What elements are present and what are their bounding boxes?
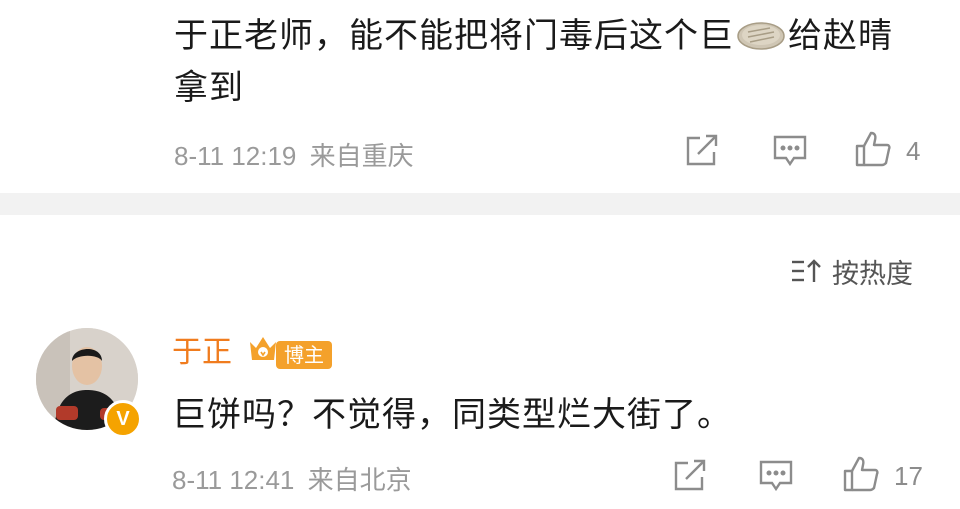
crown-icon <box>248 334 278 370</box>
like-count: 17 <box>894 461 923 491</box>
comment-1-source: 来自重庆 <box>309 141 414 171</box>
comment-2-source: 来自北京 <box>307 465 412 495</box>
sort-label: 按热度 <box>832 258 913 290</box>
pancake-emoji-icon <box>736 14 786 50</box>
comment-button[interactable] <box>758 459 794 493</box>
comment-1-meta: 8-11 12:19 来自重庆 <box>174 136 414 173</box>
like-count: 4 <box>906 136 921 166</box>
thumbs-up-icon <box>855 131 891 167</box>
sort-by-hot-button[interactable]: 按热度 <box>790 253 913 290</box>
share-button[interactable] <box>672 459 708 493</box>
comment-2-meta: 8-11 12:41 来自北京 <box>172 460 412 497</box>
share-icon <box>674 459 706 491</box>
like-button[interactable] <box>854 130 892 168</box>
section-divider <box>0 193 960 215</box>
username[interactable]: 于正 <box>172 333 232 373</box>
comment-icon <box>773 135 807 167</box>
comment-icon <box>759 460 793 492</box>
comment-1-text: 于正老师，能不能把将门毒后这个巨 给赵晴拿到 <box>174 10 914 114</box>
thumbs-up-icon <box>843 456 879 492</box>
comment-1-text-part1: 于正老师，能不能把将门毒后这个巨 <box>174 16 734 56</box>
share-icon <box>686 134 718 166</box>
verified-badge-icon: V <box>104 400 142 438</box>
comment-2-text: 巨饼吗？不觉得，同类型烂大街了。 <box>172 395 732 435</box>
like-button[interactable] <box>842 455 880 493</box>
comment-2-time: 8-11 12:41 <box>172 465 295 495</box>
comment-1-time: 8-11 12:19 <box>174 141 297 171</box>
comment-button[interactable] <box>772 134 808 168</box>
sort-icon <box>792 259 821 282</box>
share-button[interactable] <box>684 134 720 168</box>
author-badge: 博主 <box>276 341 332 369</box>
